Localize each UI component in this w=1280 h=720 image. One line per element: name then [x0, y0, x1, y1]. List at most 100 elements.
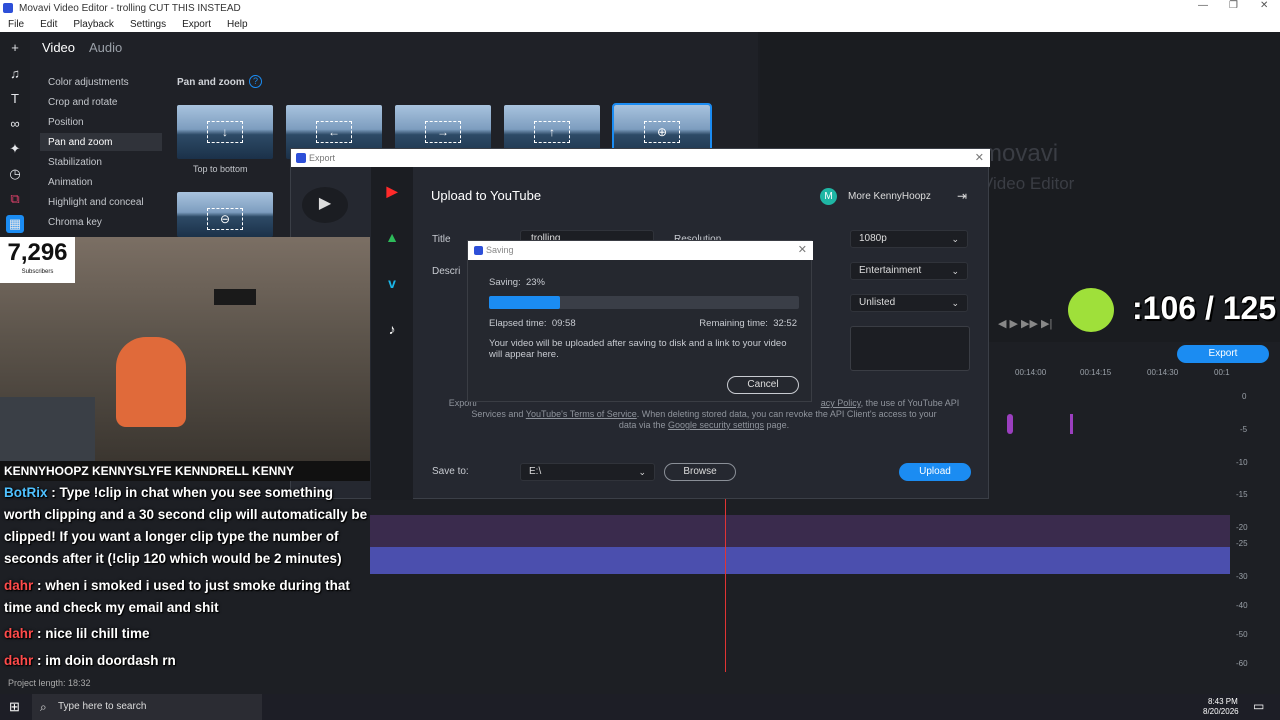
- arrow-left-icon: ←: [316, 121, 352, 143]
- category-value: Entertainment: [859, 265, 922, 276]
- privacy-value: Unlisted: [859, 297, 896, 308]
- resolution-value: 1080p: [859, 233, 887, 244]
- privacy-select[interactable]: Unlisted ⌄: [850, 294, 968, 312]
- stickers-icon[interactable]: ⧉: [6, 190, 24, 208]
- youtube-icon[interactable]: ▶: [379, 180, 405, 202]
- minimize-icon[interactable]: —: [1198, 0, 1208, 11]
- sidebar-item-position[interactable]: Position: [48, 117, 84, 128]
- help-icon[interactable]: ?: [249, 75, 262, 88]
- add-files-icon[interactable]: +: [6, 39, 24, 57]
- sidebar-item-crop[interactable]: Crop and rotate: [48, 97, 118, 108]
- audio-track[interactable]: [370, 547, 1230, 574]
- clock-date[interactable]: 8/20/2026: [1203, 707, 1239, 716]
- menu-file[interactable]: File: [0, 19, 32, 30]
- titles-icon[interactable]: T: [6, 90, 24, 108]
- transitions-icon[interactable]: ∞: [6, 115, 24, 133]
- playhead[interactable]: [725, 496, 726, 672]
- video-track[interactable]: [370, 515, 1230, 547]
- chevron-down-icon: ⌄: [951, 266, 959, 276]
- resolution-select[interactable]: 1080p ⌄: [850, 230, 968, 248]
- elapsed-value: 09:58: [551, 318, 576, 329]
- clock-time[interactable]: 8:43 PM: [1208, 697, 1238, 706]
- close-icon[interactable]: ✕: [798, 241, 807, 260]
- pan-thumb-down[interactable]: ↓: [177, 105, 273, 159]
- save-to-value: E:\: [529, 466, 542, 477]
- google-drive-icon[interactable]: ▲: [379, 226, 405, 248]
- chevron-down-icon: ⌄: [638, 467, 646, 477]
- app-icon: [474, 246, 483, 255]
- search-icon: ⌕: [40, 700, 47, 714]
- sidebar-item-chroma[interactable]: Chroma key: [48, 217, 102, 228]
- legal-fragment: Services and: [471, 409, 524, 419]
- menu-playback[interactable]: Playback: [65, 19, 122, 30]
- terms-link[interactable]: YouTube's Terms of Service: [526, 409, 637, 419]
- taskbar-search[interactable]: ⌕ Type here to search: [32, 694, 262, 720]
- privacy-policy-link[interactable]: acy Policy: [821, 398, 861, 408]
- close-icon[interactable]: ✕: [1260, 0, 1268, 11]
- sidebar-item-color[interactable]: Color adjustments: [48, 77, 129, 88]
- filters-icon[interactable]: ✦: [6, 140, 24, 158]
- subscriber-count: 7,296: [7, 239, 68, 266]
- tiktok-icon[interactable]: ♪: [379, 318, 405, 340]
- save-to-label: Save to:: [432, 466, 469, 477]
- saving-message: Your video will be uploaded after saving…: [489, 338, 787, 360]
- music-icon[interactable]: ♫: [6, 65, 24, 83]
- avatar: M: [820, 188, 837, 205]
- playback-controls[interactable]: ◀ ▶ ▶▶ ▶|: [998, 317, 1052, 330]
- subscriber-counter: 7,296 Subscribers: [0, 237, 75, 283]
- timeline-marker[interactable]: [1070, 414, 1073, 434]
- menu-bar: File Edit Playback Settings Export Help: [0, 16, 1280, 32]
- ruler-label: 00:1: [1214, 368, 1230, 377]
- tab-video[interactable]: Video: [42, 40, 75, 55]
- video-file-icon[interactable]: ▶: [302, 187, 348, 223]
- sidebar-item-pan-zoom[interactable]: Pan and zoom: [48, 137, 113, 148]
- search-placeholder: Type here to search: [58, 701, 147, 712]
- export-button[interactable]: Export: [1177, 345, 1269, 363]
- vimeo-icon[interactable]: v: [379, 272, 405, 294]
- chat-message: dahr : when i smoked i used to just smok…: [4, 575, 369, 619]
- clock-icon[interactable]: ◷: [6, 165, 24, 183]
- tags-input[interactable]: [850, 326, 970, 371]
- menu-settings[interactable]: Settings: [122, 19, 174, 30]
- notifications-icon[interactable]: ▭: [1253, 699, 1264, 713]
- account-name[interactable]: More KennyHoopz: [848, 191, 931, 202]
- logout-icon[interactable]: ⇥: [957, 189, 967, 203]
- level-label: -15: [1236, 490, 1248, 499]
- sidebar-item-highlight[interactable]: Highlight and conceal: [48, 197, 144, 208]
- legal-fragment: data via the: [618, 420, 666, 430]
- save-to-select[interactable]: E:\ ⌄: [520, 463, 655, 481]
- windows-start-icon[interactable]: ⊞: [9, 699, 20, 715]
- social-handles-bar: KENNYHOOPZ KENNYSLYFE KENNDRELL KENNY: [0, 461, 370, 481]
- upload-button[interactable]: Upload: [899, 463, 971, 481]
- cancel-button[interactable]: Cancel: [727, 376, 799, 394]
- security-settings-link[interactable]: Google security settings: [668, 420, 764, 430]
- tab-audio[interactable]: Audio: [89, 40, 122, 55]
- category-select[interactable]: Entertainment ⌄: [850, 262, 968, 280]
- saving-dialog-title: Saving: [486, 245, 514, 255]
- saving-dialog: Saving ✕ Saving: 23% Elapsed time: 09:58…: [467, 240, 813, 402]
- menu-export[interactable]: Export: [174, 19, 219, 30]
- remaining-label: Remaining time:: [699, 318, 768, 329]
- menu-edit[interactable]: Edit: [32, 19, 65, 30]
- sidebar-item-stabilization[interactable]: Stabilization: [48, 157, 102, 168]
- brand-subtitle: Video Editor: [982, 174, 1075, 193]
- level-label: 0: [1242, 392, 1247, 401]
- timeline-marker[interactable]: [1007, 414, 1013, 434]
- more-tools-icon[interactable]: ▦: [6, 215, 24, 233]
- menu-help[interactable]: Help: [219, 19, 256, 30]
- close-icon[interactable]: ✕: [975, 149, 984, 167]
- sidebar-item-animation[interactable]: Animation: [48, 177, 92, 188]
- level-label: -20: [1236, 523, 1248, 532]
- pan-thumb-zoom-out[interactable]: ⊖: [177, 192, 273, 237]
- saving-dialog-header: Saving ✕: [468, 241, 813, 260]
- browse-button[interactable]: Browse: [664, 463, 736, 481]
- title-label: Title: [432, 234, 451, 245]
- chevron-down-icon: ⌄: [951, 234, 959, 244]
- elapsed-time: Elapsed time: 09:58: [489, 318, 576, 329]
- level-label: -60: [1236, 659, 1248, 668]
- audio-level-meter: 0 -5 -10 -15 -20 -25 -30 -40 -50 -60: [1236, 388, 1278, 672]
- zoom-in-icon: ⊕: [644, 121, 680, 143]
- export-services: ▶ ▲ v ♪: [371, 167, 413, 500]
- subscriber-label: Subscribers: [21, 269, 54, 275]
- restore-icon[interactable]: ❐: [1229, 0, 1238, 11]
